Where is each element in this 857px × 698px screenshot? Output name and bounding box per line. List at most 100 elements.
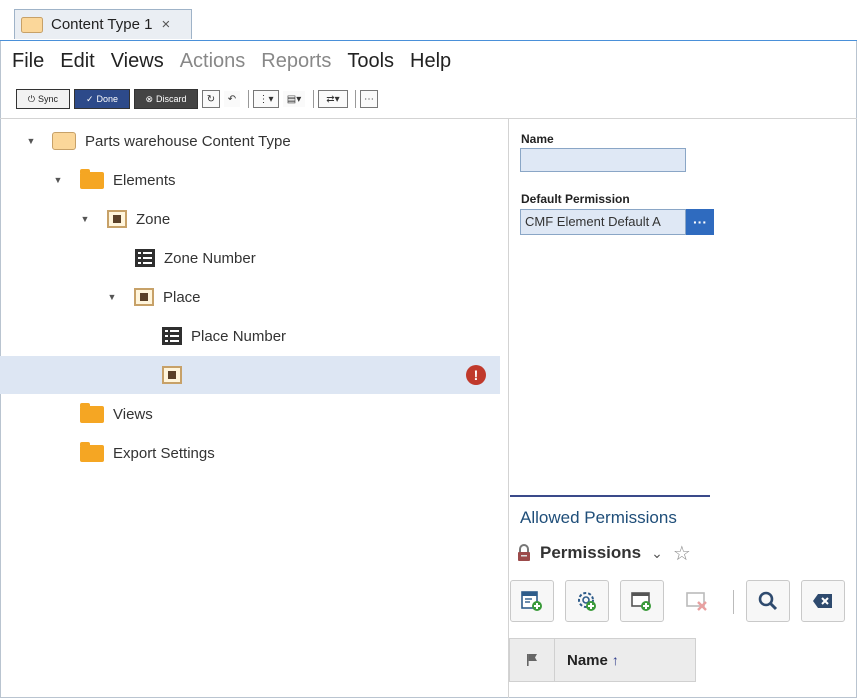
close-icon[interactable]: × xyxy=(161,16,170,33)
add-from-list-icon xyxy=(521,591,542,611)
tree-item-label: Zone Number xyxy=(164,249,256,267)
permissions-icon xyxy=(518,544,530,561)
error-icon: ! xyxy=(466,365,486,385)
menu-views[interactable]: Views xyxy=(111,50,164,73)
search-icon xyxy=(758,591,778,611)
tree-item-zone[interactable]: ▼ Zone xyxy=(0,200,500,238)
element-icon xyxy=(134,288,154,306)
field-list-icon xyxy=(135,249,155,267)
layout-icon: ⇄▾ xyxy=(326,93,340,105)
content-type-icon xyxy=(52,132,76,150)
done-button[interactable]: ✓ Done xyxy=(74,89,130,109)
remove-button[interactable] xyxy=(675,580,719,622)
expand-caret-icon[interactable]: ▼ xyxy=(53,175,63,185)
toolbar-separator xyxy=(355,90,356,108)
name-label: Name xyxy=(521,132,554,146)
more-button[interactable]: ⋯ xyxy=(360,90,378,108)
default-permission-field[interactable]: CMF Element Default A xyxy=(520,209,686,235)
element-icon xyxy=(107,210,127,228)
allowed-permissions-tab-underline xyxy=(510,495,710,497)
tab-title: Content Type 1 xyxy=(51,16,153,33)
toolbar-divider xyxy=(0,118,857,119)
expand-caret-icon[interactable]: ▼ xyxy=(80,214,90,224)
default-permission-label: Default Permission xyxy=(521,192,630,206)
structure-tree: ▼ Parts warehouse Content Type ▼ Element… xyxy=(0,120,500,696)
toolbar-separator xyxy=(313,90,314,108)
menu-bar: File Edit Views Actions Reports Tools He… xyxy=(0,44,857,78)
tree-item-label: Elements xyxy=(113,171,176,189)
toolbar-separator xyxy=(248,90,249,108)
panel-splitter[interactable] xyxy=(508,119,509,698)
element-icon xyxy=(162,366,182,384)
check-icon: ✓ xyxy=(85,93,94,104)
menu-help[interactable]: Help xyxy=(410,50,451,73)
refresh-button[interactable]: ↻ xyxy=(202,90,220,108)
structure-button[interactable]: ⋮▾ xyxy=(253,90,279,108)
structure-icon: ⋮▾ xyxy=(258,93,274,105)
sort-ascending-icon: ↑ xyxy=(611,652,619,668)
button-separator xyxy=(733,590,734,614)
menu-actions[interactable]: Actions xyxy=(180,50,246,73)
add-from-list-button[interactable] xyxy=(510,580,554,622)
refresh-icon: ↻ xyxy=(206,93,216,105)
sync-label: Sync xyxy=(38,94,59,104)
toolbar: ⏻ Sync ✓ Done ⊗ Discard ↻ ↶ ⋮▾ ▤▾ ⇄▾ ⋯ xyxy=(16,84,456,114)
chevron-down-icon[interactable]: ⌄ xyxy=(651,545,663,562)
permissions-label: Permissions xyxy=(540,543,642,562)
field-list-icon xyxy=(162,327,182,345)
expand-caret-icon[interactable]: ▼ xyxy=(107,292,117,302)
tree-item-label: Zone xyxy=(136,210,171,228)
tree-item-elements[interactable]: ▼ Elements xyxy=(0,161,500,199)
browse-permission-button[interactable]: ··· xyxy=(686,209,714,235)
folder-icon xyxy=(80,402,104,423)
search-button[interactable] xyxy=(746,580,790,622)
tree-item-place[interactable]: ▼ Place xyxy=(0,278,500,316)
add-configured-button[interactable] xyxy=(565,580,609,622)
menu-tools[interactable]: Tools xyxy=(347,50,394,73)
clear-filter-button[interactable] xyxy=(801,580,845,622)
favorite-star-icon[interactable]: ☆ xyxy=(673,541,691,566)
tree-item-zone-number[interactable]: Zone Number xyxy=(0,239,500,277)
tree-item-views[interactable]: Views xyxy=(0,395,500,433)
allowed-permissions-title[interactable]: Allowed Permissions xyxy=(520,508,677,528)
done-label: Done xyxy=(96,94,119,104)
tree-item-label: Parts warehouse Content Type xyxy=(85,132,291,150)
tree-item-export-settings[interactable]: Export Settings xyxy=(0,434,500,472)
clipboard-button[interactable]: ▤▾ xyxy=(282,90,306,108)
undo-button[interactable]: ↶ xyxy=(223,90,241,108)
discard-button[interactable]: ⊗ Discard xyxy=(134,89,198,109)
tree-item-root[interactable]: ▼ Parts warehouse Content Type xyxy=(0,122,500,160)
menu-reports[interactable]: Reports xyxy=(261,50,331,73)
discard-icon: ⊗ xyxy=(145,93,154,104)
tree-item-new-element[interactable]: ! xyxy=(0,356,500,394)
document-tab-strip: Content Type 1 × xyxy=(0,0,857,41)
tree-item-label: Views xyxy=(113,405,153,423)
backspace-icon xyxy=(813,594,832,608)
more-icon: ⋯ xyxy=(364,93,374,105)
layout-button[interactable]: ⇄▾ xyxy=(318,90,348,108)
name-field[interactable] xyxy=(520,148,686,172)
tree-item-label: Export Settings xyxy=(113,444,215,462)
tree-item-label: Place xyxy=(163,288,201,306)
tab-content-type-1[interactable]: Content Type 1 × xyxy=(14,9,192,39)
window-add-icon xyxy=(631,592,651,611)
tree-item-place-number[interactable]: Place Number xyxy=(0,317,500,355)
add-new-button[interactable] xyxy=(620,580,664,622)
gear-add-icon xyxy=(578,592,596,611)
remove-icon xyxy=(686,592,707,611)
discard-label: Discard xyxy=(156,94,187,104)
sync-button[interactable]: ⏻ Sync xyxy=(16,89,70,109)
folder-icon xyxy=(80,168,104,189)
sync-icon: ⏻ xyxy=(27,93,36,104)
flag-column-header[interactable] xyxy=(510,639,555,681)
content-type-icon xyxy=(21,16,43,33)
clipboard-icon: ▤▾ xyxy=(286,93,302,105)
flag-icon xyxy=(527,654,537,666)
menu-edit[interactable]: Edit xyxy=(60,50,94,73)
permissions-header: Permissions ⌄ ☆ xyxy=(515,540,691,566)
permissions-grid-header: Name ↑ xyxy=(509,638,696,682)
expand-caret-icon[interactable]: ▼ xyxy=(26,136,36,146)
name-column-header[interactable]: Name xyxy=(567,652,608,669)
undo-icon: ↶ xyxy=(227,93,237,105)
menu-file[interactable]: File xyxy=(12,50,44,73)
